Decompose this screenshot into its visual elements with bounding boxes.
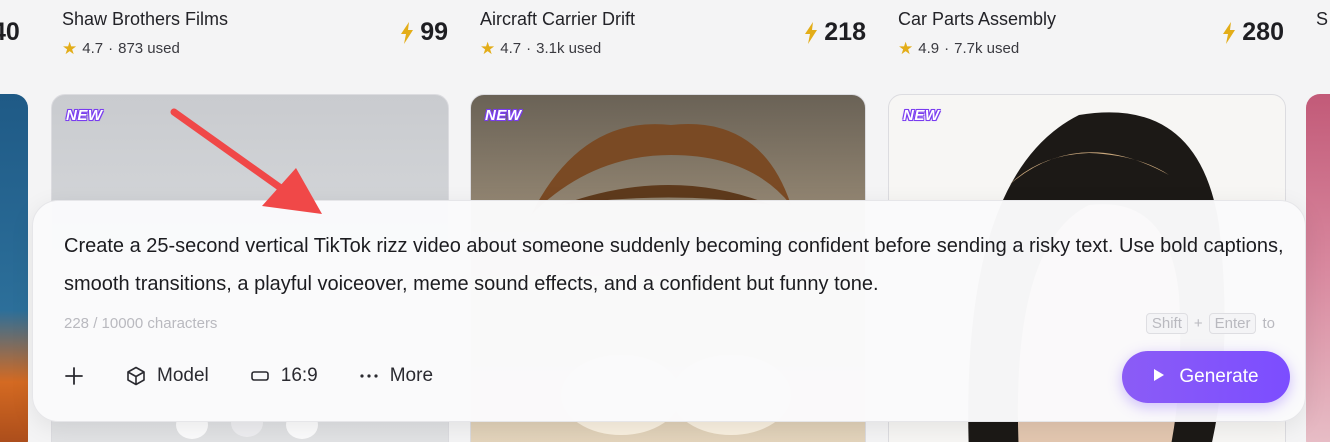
- generate-label: Generate: [1179, 366, 1259, 387]
- enter-key: Enter: [1208, 313, 1257, 334]
- meta-separator: ·: [108, 40, 114, 57]
- template-cost: 40: [0, 18, 20, 46]
- model-selector-button[interactable]: Model: [125, 365, 209, 387]
- aspect-ratio-label: 16:9: [280, 365, 318, 386]
- template-cost: 218: [804, 18, 866, 47]
- model-label: Model: [157, 365, 209, 386]
- cube-icon: [125, 365, 147, 387]
- template-usage: 873 used: [118, 40, 180, 57]
- template-head-partial-left: 40: [0, 0, 40, 80]
- new-badge: NEW: [903, 107, 940, 124]
- template-rating: 4.7: [500, 40, 522, 57]
- plus-icon: [63, 365, 85, 387]
- new-badge: NEW: [66, 107, 103, 124]
- shift-key: Shift: [1145, 313, 1188, 334]
- shortcut-plus: +: [1193, 315, 1203, 332]
- template-cost: 99: [400, 18, 448, 47]
- prompt-input[interactable]: Create a 25-second vertical TikTok rizz …: [64, 227, 1284, 303]
- more-options-button[interactable]: More: [358, 365, 433, 387]
- template-meta: ★ 4.7 · 873 used: [62, 40, 180, 57]
- new-badge: NEW: [485, 107, 522, 124]
- page: 40 Shaw Brothers Films ★ 4.7 · 873 used …: [0, 0, 1330, 442]
- template-title: Car Parts Assembly: [898, 9, 1057, 29]
- star-icon: ★: [480, 39, 496, 58]
- template-title: Aircraft Carrier Drift: [480, 9, 636, 29]
- meta-separator: ·: [944, 40, 950, 57]
- more-label: More: [389, 365, 434, 386]
- composer-toolbar: Model 16:9 More: [63, 365, 473, 387]
- bolt-icon: [1222, 21, 1236, 44]
- template-cost-value: 280: [1242, 18, 1284, 46]
- star-icon: ★: [62, 39, 78, 58]
- template-cost-value: 218: [824, 18, 866, 46]
- template-meta: ★ 4.9 · 7.7k used: [898, 40, 1019, 57]
- character-counter: 228 / 10000 characters: [64, 315, 218, 332]
- template-rating: 4.7: [82, 40, 104, 57]
- add-attachment-button[interactable]: [63, 365, 85, 387]
- generate-button[interactable]: Generate: [1122, 351, 1290, 403]
- template-cost: 280: [1222, 18, 1284, 47]
- bolt-icon: [804, 21, 818, 44]
- template-title: S: [1316, 9, 1329, 29]
- template-usage: 3.1k used: [536, 40, 602, 57]
- shortcut-hint: Shift + Enter to: [1145, 313, 1275, 334]
- shortcut-suffix: to: [1262, 315, 1275, 332]
- template-rating: 4.9: [918, 40, 940, 57]
- prompt-composer: Create a 25-second vertical TikTok rizz …: [32, 200, 1306, 422]
- template-head-car-parts[interactable]: Car Parts Assembly ★ 4.9 · 7.7k used 280: [898, 0, 1284, 80]
- template-card-partial-right[interactable]: [1306, 94, 1330, 442]
- template-meta: ★ 4.7 · 3.1k used: [480, 40, 601, 57]
- template-cost-value: 99: [420, 18, 448, 46]
- star-icon: ★: [898, 39, 914, 58]
- bolt-icon: [400, 21, 414, 44]
- aspect-ratio-icon: [249, 365, 271, 387]
- aspect-ratio-button[interactable]: 16:9: [249, 365, 318, 387]
- meta-separator: ·: [526, 40, 532, 57]
- ellipsis-icon: [358, 365, 380, 387]
- play-icon: [1153, 366, 1165, 388]
- template-usage: 7.7k used: [954, 40, 1020, 57]
- template-card-partial-left[interactable]: [0, 94, 28, 442]
- template-head-shaw-brothers[interactable]: Shaw Brothers Films ★ 4.7 · 873 used 99: [62, 0, 448, 80]
- template-head-partial-right: S: [1316, 0, 1330, 80]
- template-title: Shaw Brothers Films: [62, 9, 229, 29]
- template-head-aircraft-carrier[interactable]: Aircraft Carrier Drift ★ 4.7 · 3.1k used…: [480, 0, 866, 80]
